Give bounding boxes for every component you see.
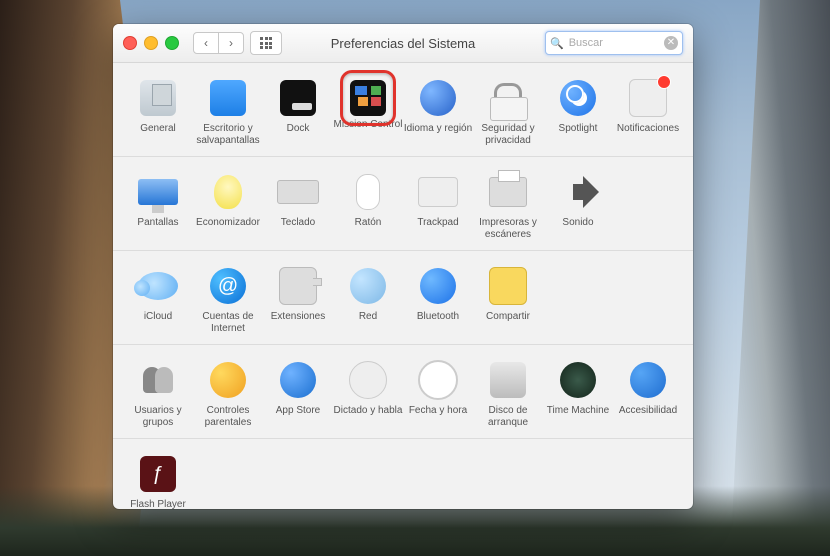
pref-sharing[interactable]: Compartir: [473, 265, 543, 334]
pref-mission-control[interactable]: Mission Control: [333, 77, 403, 146]
pref-bluetooth[interactable]: Bluetooth: [403, 265, 473, 334]
pref-dock[interactable]: Dock: [263, 77, 333, 146]
pref-spotlight[interactable]: Spotlight: [543, 77, 613, 146]
pref-sound[interactable]: Sonido: [543, 171, 613, 240]
system-preferences-window: ‹ › Preferencias del Sistema 🔍 ✕ General…: [113, 24, 693, 509]
pref-startup-disk[interactable]: Disco de arranque: [473, 359, 543, 428]
pref-accessibility[interactable]: Accesibilidad: [613, 359, 683, 428]
bluetooth-icon: [420, 268, 456, 304]
forward-button[interactable]: ›: [218, 33, 243, 53]
dock-icon: [280, 80, 316, 116]
pref-users[interactable]: Usuarios y grupos: [123, 359, 193, 428]
house-lock-icon: [494, 83, 522, 98]
nav-segment: ‹ ›: [193, 32, 244, 54]
general-icon: [140, 80, 176, 116]
trackpad-icon: [418, 177, 458, 207]
pref-appstore[interactable]: App Store: [263, 359, 333, 428]
at-sign-icon: @: [210, 268, 246, 304]
pref-printers[interactable]: Impresoras y escáneres: [473, 171, 543, 240]
clock-calendar-icon: [418, 360, 458, 400]
pref-flash-player[interactable]: ƒFlash Player: [123, 453, 193, 509]
section-system: Usuarios y grupos Controles parentales A…: [113, 344, 693, 438]
section-thirdparty: ƒFlash Player: [113, 438, 693, 509]
pref-dictation[interactable]: Dictado y habla: [333, 359, 403, 428]
globe-icon: [420, 80, 456, 116]
accessibility-icon: [630, 362, 666, 398]
spotlight-icon: [560, 80, 596, 116]
microphone-icon: [349, 361, 387, 399]
puzzle-icon: [279, 267, 317, 305]
search-field[interactable]: 🔍 ✕: [545, 31, 683, 55]
window-controls: [123, 36, 179, 50]
titlebar: ‹ › Preferencias del Sistema 🔍 ✕: [113, 24, 693, 63]
zoom-button[interactable]: [165, 36, 179, 50]
pref-mouse[interactable]: Ratón: [333, 171, 403, 240]
lightbulb-icon: [214, 175, 242, 209]
mouse-icon: [356, 174, 380, 210]
parental-icon: [210, 362, 246, 398]
pref-datetime[interactable]: Fecha y hora: [403, 359, 473, 428]
prefs-body: General Escritorio y salvapantallas Dock…: [113, 63, 693, 509]
pref-displays[interactable]: Pantallas: [123, 171, 193, 240]
users-icon: [143, 367, 173, 393]
section-hardware: Pantallas Economizador Teclado Ratón Tra…: [113, 156, 693, 250]
disk-icon: [490, 362, 526, 398]
folder-share-icon: [489, 267, 527, 305]
time-machine-icon: [560, 362, 596, 398]
close-button[interactable]: [123, 36, 137, 50]
mission-control-icon: [350, 80, 386, 116]
pref-extensions[interactable]: Extensiones: [263, 265, 333, 334]
pref-icloud[interactable]: iCloud: [123, 265, 193, 334]
section-personal: General Escritorio y salvapantallas Dock…: [113, 63, 693, 156]
pref-parental[interactable]: Controles parentales: [193, 359, 263, 428]
cloud-icon: [138, 272, 178, 300]
pref-security[interactable]: Seguridad y privacidad: [473, 77, 543, 146]
pref-network[interactable]: Red: [333, 265, 403, 334]
pref-time-machine[interactable]: Time Machine: [543, 359, 613, 428]
pref-general[interactable]: General: [123, 77, 193, 146]
pref-desktop[interactable]: Escritorio y salvapantallas: [193, 77, 263, 146]
pref-trackpad[interactable]: Trackpad: [403, 171, 473, 240]
clear-search-button[interactable]: ✕: [664, 36, 678, 50]
speaker-icon: [573, 184, 583, 200]
section-internet: iCloud @Cuentas de Internet Extensiones …: [113, 250, 693, 344]
desktop-icon: [210, 80, 246, 116]
printer-icon: [489, 177, 527, 207]
minimize-button[interactable]: [144, 36, 158, 50]
pref-energy[interactable]: Economizador: [193, 171, 263, 240]
search-input[interactable]: [567, 36, 664, 50]
display-icon: [138, 179, 178, 205]
pref-language[interactable]: Idioma y región: [403, 77, 473, 146]
pref-notifications[interactable]: Notificaciones: [613, 77, 683, 146]
back-button[interactable]: ‹: [194, 33, 218, 53]
pref-keyboard[interactable]: Teclado: [263, 171, 333, 240]
appstore-icon: [280, 362, 316, 398]
show-all-button[interactable]: [250, 31, 282, 55]
flash-icon: ƒ: [140, 456, 176, 492]
keyboard-icon: [277, 180, 319, 204]
network-globe-icon: [350, 268, 386, 304]
grid-icon: [260, 37, 272, 49]
notification-badge: [657, 75, 671, 89]
search-icon: 🔍: [550, 37, 564, 50]
pref-internet-accounts[interactable]: @Cuentas de Internet: [193, 265, 263, 334]
